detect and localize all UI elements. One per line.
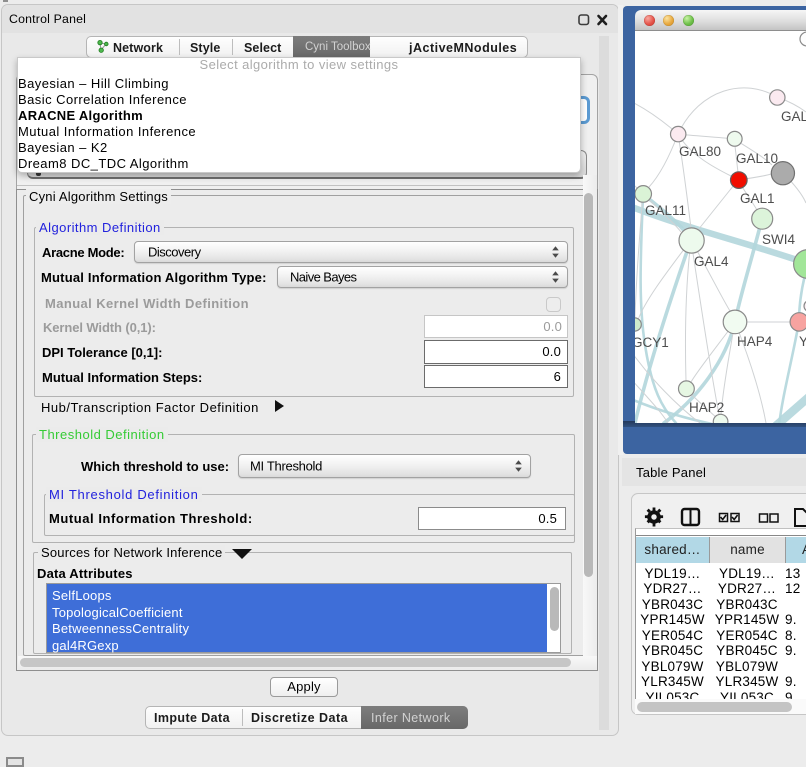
- svg-text:GAL4: GAL4: [694, 254, 729, 269]
- svg-text:GCY1: GCY1: [635, 335, 669, 350]
- svg-text:GAL80: GAL80: [679, 144, 721, 159]
- svg-text:SWI4: SWI4: [762, 232, 795, 247]
- svg-text:GAL1: GAL1: [740, 191, 775, 206]
- svg-text:GAL10: GAL10: [736, 151, 778, 166]
- svg-text:HAP2: HAP2: [689, 400, 724, 415]
- svg-text:GAL: GAL: [781, 109, 806, 124]
- svg-text:HAP4: HAP4: [737, 334, 773, 349]
- svg-text:Y: Y: [799, 334, 806, 349]
- svg-text:GAL11: GAL11: [645, 203, 686, 218]
